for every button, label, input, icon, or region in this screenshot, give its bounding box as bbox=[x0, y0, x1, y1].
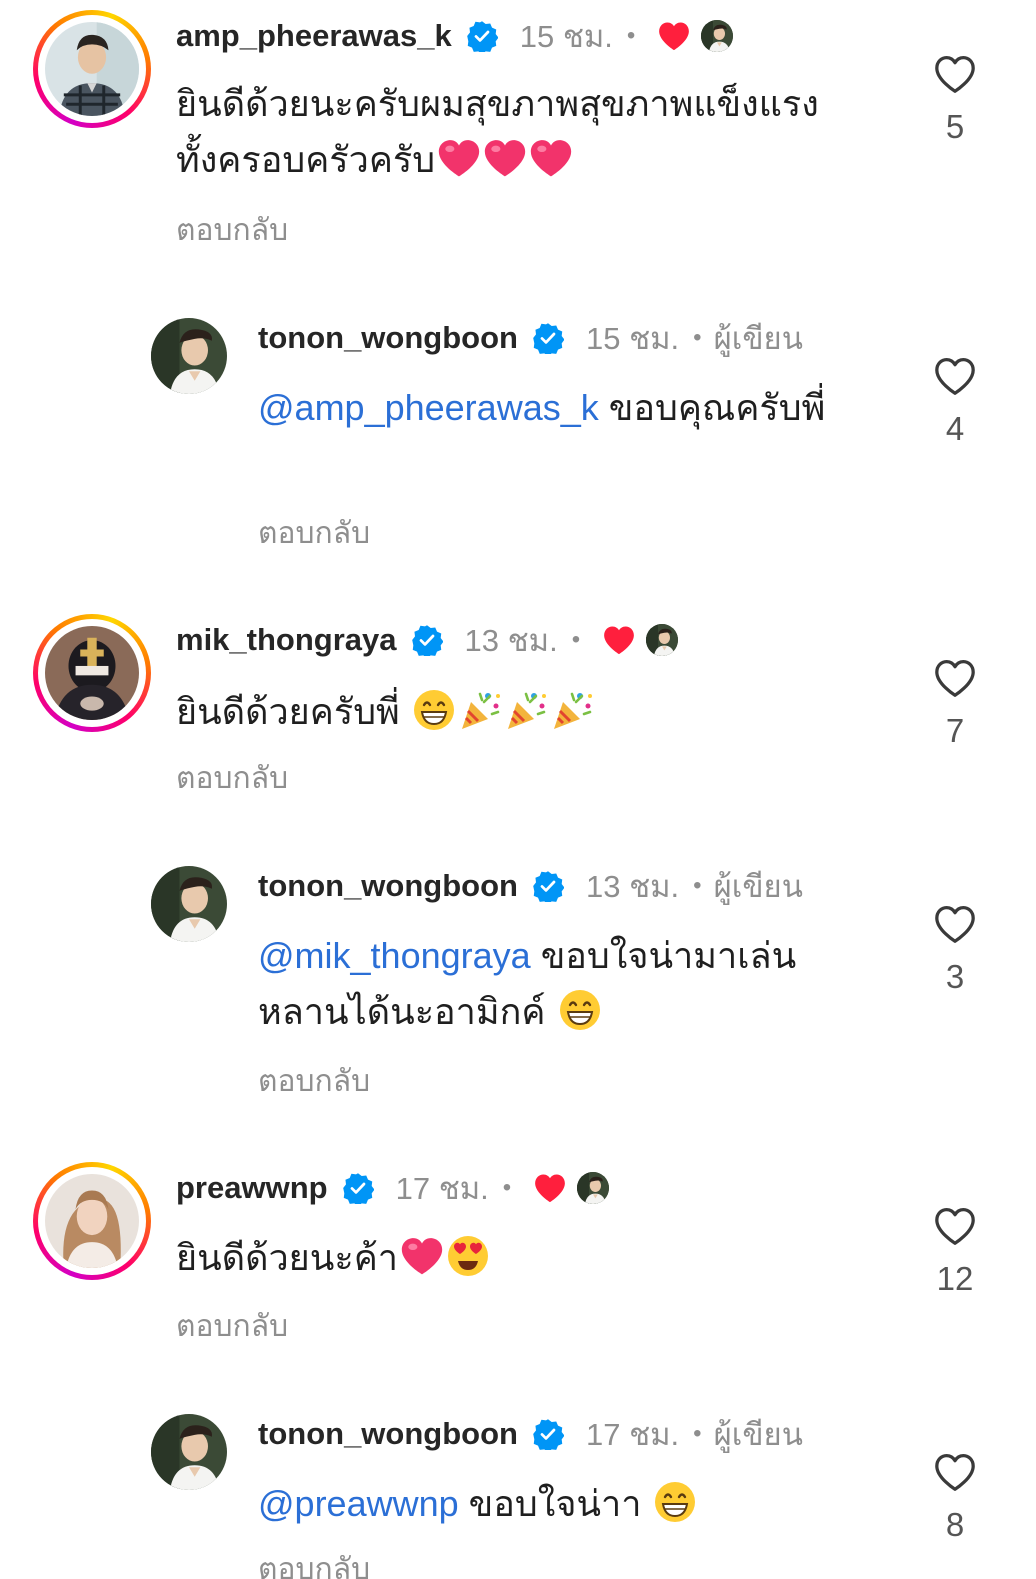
verified-badge-icon bbox=[532, 870, 564, 902]
comment-body: ยินดีด้วยนะค้า bbox=[176, 1237, 399, 1278]
liked-by-author-heart-icon bbox=[602, 624, 636, 656]
reply-item: tonon_wongboon 15 ชม. • ผู้เขียน @amp_ph… bbox=[0, 300, 1036, 600]
separator-dot: • bbox=[502, 1174, 512, 1201]
author-avatar-mini bbox=[646, 624, 679, 656]
comment-time: 15 ชม. bbox=[519, 19, 613, 54]
like-heart-icon[interactable] bbox=[933, 356, 977, 396]
comment-text: ยินดีด้วยนะครับผมสุขภาพสุขภาพแข็งแรงทั้ง… bbox=[176, 76, 856, 188]
liked-by-author-heart-icon bbox=[657, 20, 691, 52]
username[interactable]: tonon_wongboon bbox=[258, 320, 518, 356]
avatar-story-ring[interactable] bbox=[33, 10, 151, 128]
comment-body: ยินดีด้วยครับพี่ bbox=[176, 691, 400, 732]
comment-time: 17 ชม. bbox=[395, 1171, 489, 1206]
username[interactable]: tonon_wongboon bbox=[258, 868, 518, 904]
avatar bbox=[45, 22, 139, 116]
grin-emoji-icon bbox=[412, 688, 456, 732]
comment-item: amp_pheerawas_k 15 ชม. • ยินดีด้วยนะครับ… bbox=[0, 0, 1036, 270]
reply-button[interactable]: ตอบกลับ bbox=[176, 207, 288, 254]
heart-emoji-icon bbox=[483, 136, 527, 180]
avatar bbox=[45, 1174, 139, 1268]
comment-text: ยินดีด้วยครับพี่ bbox=[176, 684, 876, 740]
comment-time: 13 ชม. bbox=[464, 623, 558, 658]
grin-emoji-icon bbox=[653, 1480, 697, 1524]
mention-link[interactable]: @preawwnp bbox=[258, 1483, 459, 1524]
reply-button[interactable]: ตอบกลับ bbox=[176, 755, 288, 802]
verified-badge-icon bbox=[411, 624, 443, 656]
separator-dot: • bbox=[693, 324, 702, 351]
username[interactable]: preawwnp bbox=[176, 1170, 328, 1206]
like-count: 12 bbox=[936, 1260, 974, 1297]
comment-text: ยินดีด้วยนะค้า bbox=[176, 1230, 876, 1286]
author-label: ผู้เขียน bbox=[713, 321, 803, 356]
comments-thread: amp_pheerawas_k 15 ชม. • ยินดีด้วยนะครับ… bbox=[0, 0, 1036, 1579]
like-count: 5 bbox=[945, 108, 965, 145]
verified-badge-icon bbox=[532, 322, 564, 354]
reply-button[interactable]: ตอบกลับ bbox=[258, 510, 370, 557]
avatar-story-ring[interactable] bbox=[33, 614, 151, 732]
like-heart-icon[interactable] bbox=[933, 1206, 977, 1246]
comment-body: ขอบใจน่าา bbox=[468, 1483, 642, 1524]
author-label: ผู้เขียน bbox=[713, 1417, 803, 1452]
like-heart-icon[interactable] bbox=[933, 1452, 977, 1492]
reply-item: tonon_wongboon 17 ชม. • ผู้เขียน @preaww… bbox=[0, 1396, 1036, 1579]
reply-item: tonon_wongboon 13 ชม. • ผู้เขียน @mik_th… bbox=[0, 848, 1036, 1148]
username[interactable]: tonon_wongboon bbox=[258, 1416, 518, 1452]
verified-badge-icon bbox=[342, 1172, 374, 1204]
author-label: ผู้เขียน bbox=[713, 869, 803, 904]
like-count: 8 bbox=[945, 1506, 965, 1543]
comment-item: mik_thongraya 13 ชม. • ยินดีด้วยครับพี่ … bbox=[0, 604, 1036, 844]
reply-button[interactable]: ตอบกลับ bbox=[176, 1303, 288, 1350]
avatar[interactable] bbox=[151, 318, 227, 394]
party-popper-emoji-icon bbox=[504, 688, 548, 732]
comment-text: @mik_thongraya ขอบใจน่ามาเล่นหลานได้นะอา… bbox=[258, 928, 878, 1040]
like-count: 7 bbox=[945, 712, 965, 749]
comment-time: 17 ชม. bbox=[585, 1417, 680, 1452]
comment-item: preawwnp 17 ชม. • ยินดีด้วยนะค้า ตอบกลับ… bbox=[0, 1152, 1036, 1392]
author-avatar-mini bbox=[701, 20, 734, 52]
like-heart-icon[interactable] bbox=[933, 54, 977, 94]
verified-badge-icon bbox=[532, 1418, 564, 1450]
comment-text: @preawwnp ขอบใจน่าา bbox=[258, 1476, 878, 1532]
avatar[interactable] bbox=[151, 866, 227, 942]
mention-link[interactable]: @mik_thongraya bbox=[258, 935, 531, 976]
comment-body: ขอบคุณครับพี่ bbox=[608, 387, 826, 428]
heart-emoji-icon bbox=[437, 136, 481, 180]
avatar[interactable] bbox=[151, 1414, 227, 1490]
author-avatar-mini bbox=[577, 1172, 610, 1204]
heart-emoji-icon bbox=[400, 1234, 444, 1278]
like-count: 3 bbox=[945, 958, 965, 995]
party-popper-emoji-icon bbox=[458, 688, 502, 732]
verified-badge-icon bbox=[466, 20, 498, 52]
username[interactable]: amp_pheerawas_k bbox=[176, 18, 452, 54]
reply-button[interactable]: ตอบกลับ bbox=[258, 1546, 370, 1579]
liked-by-author-heart-icon bbox=[533, 1172, 567, 1204]
grin-emoji-icon bbox=[558, 988, 602, 1032]
separator-dot: • bbox=[626, 22, 636, 49]
separator-dot: • bbox=[693, 1420, 702, 1447]
party-popper-emoji-icon bbox=[550, 688, 594, 732]
like-heart-icon[interactable] bbox=[933, 904, 977, 944]
comment-time: 13 ชม. bbox=[585, 869, 680, 904]
avatar bbox=[45, 626, 139, 720]
heart-emoji-icon bbox=[529, 136, 573, 180]
comment-time: 15 ชม. bbox=[585, 321, 680, 356]
separator-dot: • bbox=[571, 626, 581, 653]
like-heart-icon[interactable] bbox=[933, 658, 977, 698]
separator-dot: • bbox=[693, 872, 702, 899]
username[interactable]: mik_thongraya bbox=[176, 622, 397, 658]
like-count: 4 bbox=[945, 410, 965, 447]
comment-text: @amp_pheerawas_k ขอบคุณครับพี่ bbox=[258, 380, 868, 436]
reply-button[interactable]: ตอบกลับ bbox=[258, 1058, 370, 1105]
avatar-story-ring[interactable] bbox=[33, 1162, 151, 1280]
mention-link[interactable]: @amp_pheerawas_k bbox=[258, 387, 599, 428]
heart-eyes-emoji-icon bbox=[446, 1234, 490, 1278]
